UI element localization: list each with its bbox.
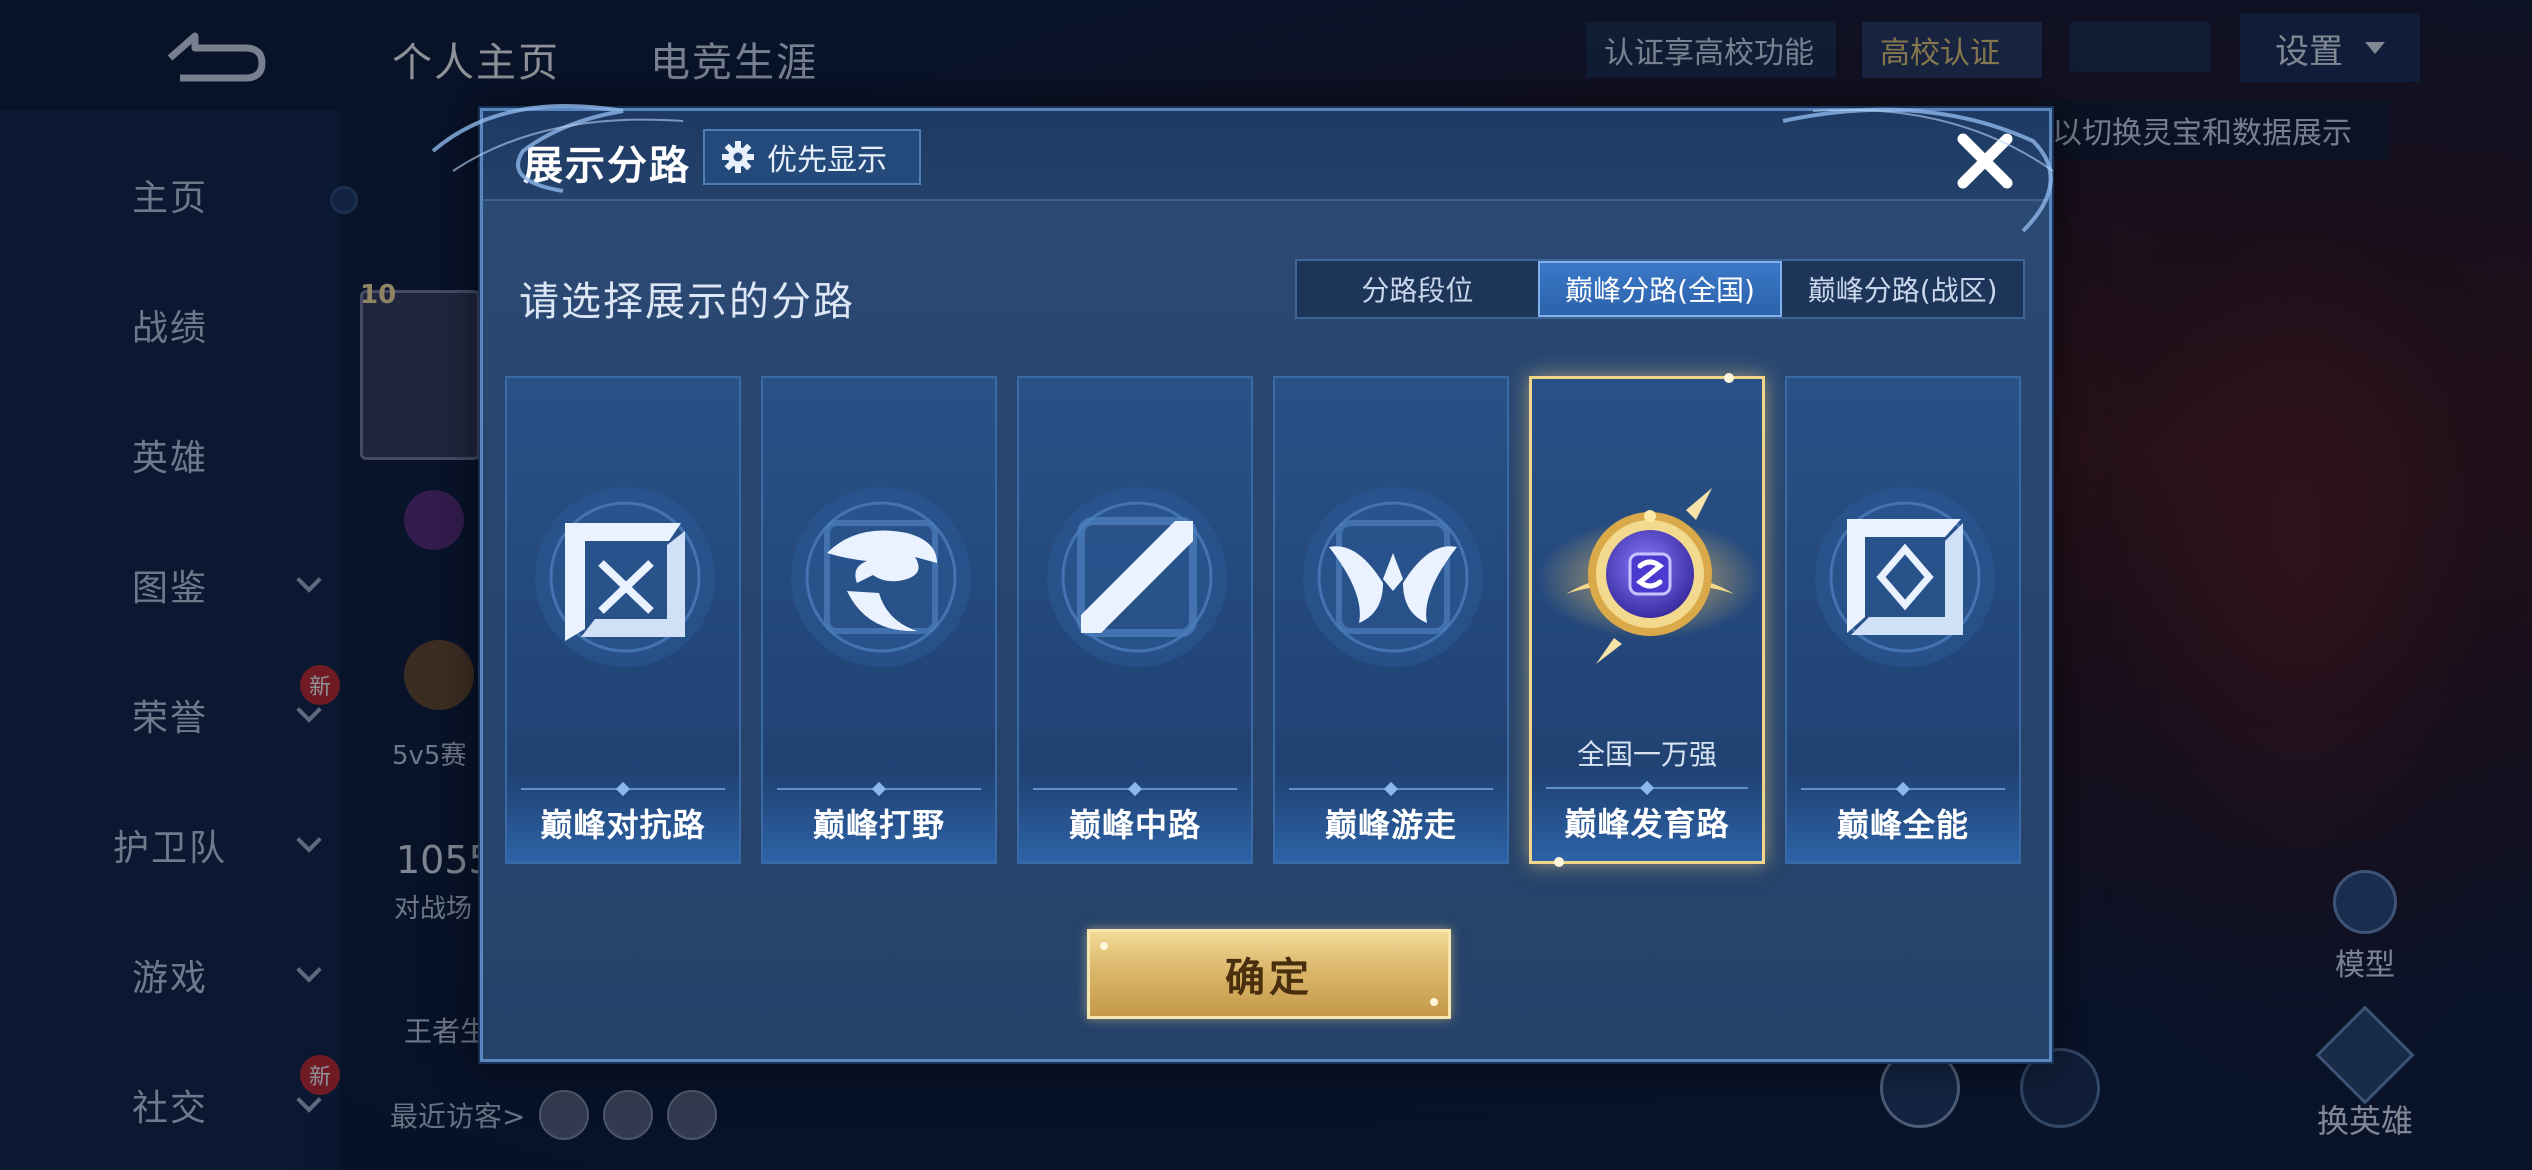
tab-peak-lane-national[interactable]: 巅峰分路(全国)	[1537, 261, 1783, 317]
farm-lane-gold-emblem-icon	[1538, 488, 1762, 664]
lane-card-all-round[interactable]: 巅峰全能	[1785, 376, 2021, 864]
lane-card-roam[interactable]: 巅峰游走	[1273, 376, 1509, 864]
card-name: 巅峰发育路	[1564, 805, 1730, 843]
card-name: 巅峰对抗路	[540, 806, 706, 844]
clash-lane-icon	[535, 487, 715, 667]
card-name: 巅峰打野	[812, 806, 945, 844]
card-subtitle: 全国一万强	[1576, 738, 1717, 771]
lane-card-clash[interactable]: 巅峰对抗路	[505, 376, 741, 864]
tab-peak-lane-region[interactable]: 巅峰分路(战区)	[1782, 261, 2023, 317]
card-name: 巅峰游走	[1324, 806, 1457, 844]
close-icon[interactable]	[1949, 125, 2021, 197]
lane-card-mid[interactable]: 巅峰中路	[1017, 376, 1253, 864]
card-name: 巅峰全能	[1836, 806, 1969, 844]
priority-display-label: 优先显示	[767, 143, 887, 178]
jungle-dragon-icon	[791, 487, 971, 667]
lane-prompt: 请选择展示的分路	[519, 279, 855, 325]
confirm-button[interactable]: 确定	[1087, 929, 1451, 1019]
game-screen: 个人主页 电竞生涯 主页 战绩 英雄 图鉴 荣誉新护卫队 游戏 社交新 10 5v5赛 10…	[0, 0, 2532, 1170]
roam-wings-icon	[1303, 487, 1483, 667]
mid-lane-icon	[1047, 487, 1227, 667]
lane-mode-switcher: 分路段位 巅峰分路(全国) 巅峰分路(战区)	[1295, 259, 2025, 319]
lane-card-list: 巅峰对抗路 巅峰打野 巅峰中路 巅峰游走 全国一万强 巅峰发育路 巅峰全能	[505, 373, 2035, 867]
dialog-header: 展示分路 优先显示	[483, 111, 2049, 201]
lane-display-dialog: 展示分路 优先显示 请选择展示的分路 分路段位 巅峰分路(全国) 巅峰分路(战区…	[431, 104, 2054, 1062]
lane-card-jungle[interactable]: 巅峰打野	[761, 376, 997, 864]
card-name: 巅峰中路	[1068, 806, 1201, 844]
lane-card-farm[interactable]: 全国一万强 巅峰发育路	[1529, 373, 1765, 867]
priority-display-button[interactable]: 优先显示	[703, 129, 921, 185]
confirm-label: 确定	[1225, 955, 1313, 1001]
tab-lane-rank[interactable]: 分路段位	[1297, 261, 1538, 317]
all-round-icon	[1815, 487, 1995, 667]
gear-icon	[722, 141, 754, 173]
dialog-title: 展示分路	[523, 143, 691, 189]
